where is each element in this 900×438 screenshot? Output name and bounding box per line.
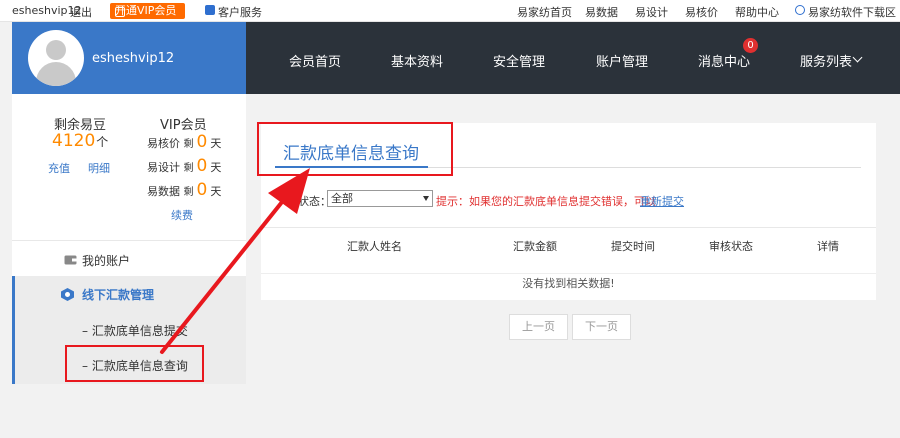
annotation-arrow bbox=[160, 168, 310, 354]
